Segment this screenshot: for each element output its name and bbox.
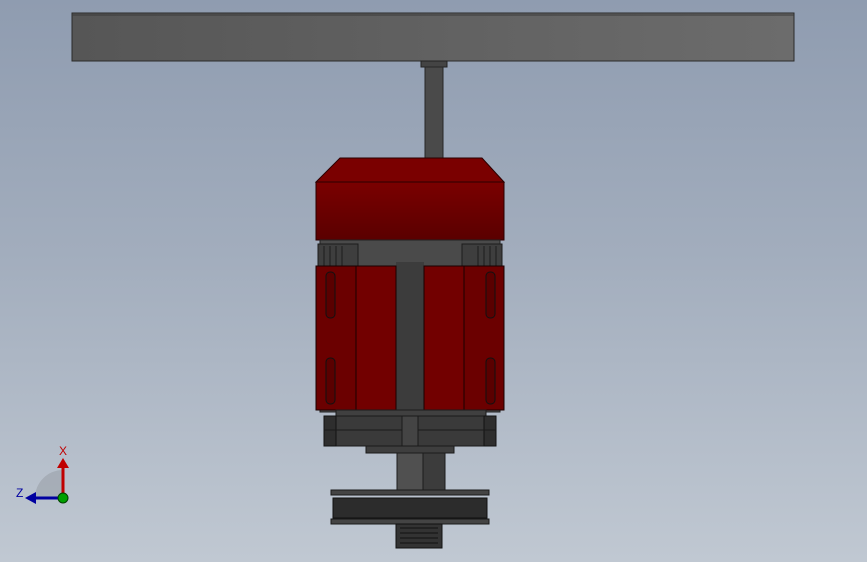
overhead-beam[interactable] xyxy=(71,12,795,62)
triad-plane xyxy=(35,470,63,498)
x-axis-label: X xyxy=(59,444,67,458)
fin-block-left xyxy=(317,243,359,267)
housing-panel-left[interactable] xyxy=(315,265,397,411)
z-axis-arrowhead xyxy=(25,492,36,504)
orientation-triad: X Z xyxy=(16,444,69,504)
y-axis-dot xyxy=(57,492,69,504)
x-axis-arrowhead xyxy=(57,458,69,468)
pulley[interactable] xyxy=(330,489,490,525)
support-rod[interactable] xyxy=(420,60,448,160)
output-shaft[interactable] xyxy=(396,452,446,492)
fin-block-right xyxy=(461,243,503,267)
threaded-end[interactable] xyxy=(395,523,443,549)
motor-top-cap[interactable] xyxy=(314,157,506,241)
housing-panel-right[interactable] xyxy=(423,265,505,411)
z-axis-label: Z xyxy=(16,486,23,500)
3d-viewport[interactable]: X Z xyxy=(0,0,867,562)
lower-flange[interactable] xyxy=(323,409,497,454)
